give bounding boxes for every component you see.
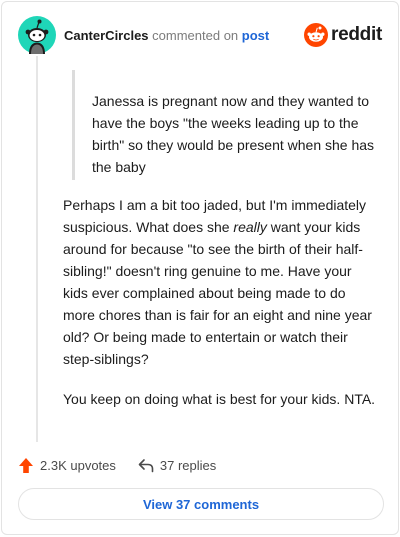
reply-count: 37 replies — [159, 457, 217, 473]
comment-paragraph-1: Perhaps I am a bit too jaded, but I'm im… — [63, 194, 379, 370]
reply-arrow-icon — [138, 458, 154, 472]
upvote-button[interactable]: 2.3K upvotes — [18, 457, 116, 474]
quote-block: Janessa is pregnant now and they wanted … — [72, 70, 392, 180]
replies-button[interactable]: 37 replies — [138, 458, 216, 473]
reddit-logo-icon — [304, 23, 329, 47]
upvote-arrow-icon — [19, 457, 33, 473]
comment-paragraph-2: You keep on doing what is best for your … — [63, 391, 376, 407]
brand-wordmark: reddit — [331, 24, 382, 45]
p1-emphasis: really — [233, 219, 267, 235]
comment-meta: CanterCircles commented on post — [64, 28, 269, 43]
comment-actions: 2.3K upvotes 37 replies — [18, 454, 216, 476]
comment-body: Perhaps I am a bit too jaded, but I'm im… — [63, 194, 379, 428]
post-link[interactable]: post — [242, 28, 269, 43]
comment-header: CanterCircles commented on post reddit — [18, 16, 382, 54]
quote-text: Janessa is pregnant now and they wanted … — [92, 93, 375, 175]
upvote-count: 2.3K upvotes — [40, 457, 116, 473]
comment-card: CanterCircles commented on post reddit J… — [1, 1, 399, 535]
snoo-avatar-icon[interactable] — [18, 16, 56, 54]
p1-after: want your kids around for because "to se… — [63, 219, 372, 367]
username-link[interactable]: CanterCircles — [64, 28, 149, 43]
action-text: commented on — [152, 27, 239, 43]
reddit-logo[interactable]: reddit — [304, 23, 382, 47]
view-comments-button[interactable]: View 37 comments — [18, 488, 384, 520]
thread-line[interactable] — [36, 56, 38, 442]
